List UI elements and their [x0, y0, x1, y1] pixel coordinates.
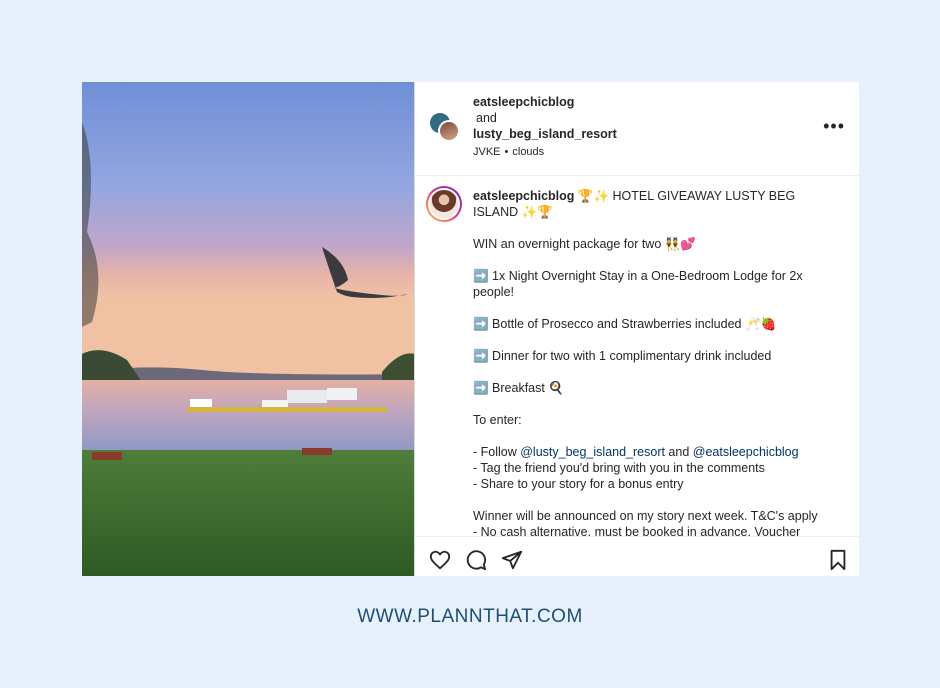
caption-line: To enter:	[473, 413, 522, 427]
music-track: clouds	[512, 146, 545, 158]
collab-avatars[interactable]	[429, 112, 461, 144]
follow-prefix: - Follow	[473, 445, 521, 459]
caption-line: ➡️ Bottle of Prosecco and Strawberries i…	[473, 317, 777, 331]
tag-line: - Tag the friend you'd bring with you in…	[473, 461, 765, 475]
instagram-post: eatsleepchicblog and lusty_beg_island_re…	[82, 82, 859, 576]
lake-scene-image	[82, 82, 414, 576]
mention-link-blogger[interactable]: @eatsleepchicblog	[693, 445, 799, 459]
more-options-icon[interactable]: •••	[823, 117, 845, 135]
action-bar	[415, 536, 859, 576]
caption-username[interactable]: eatsleepchicblog	[473, 189, 574, 203]
caption-line: WIN an overnight package for two 👯💕	[473, 237, 696, 251]
author-username[interactable]: eatsleepchicblog	[473, 94, 859, 110]
caption-line: ➡️ Dinner for two with 1 complimentary d…	[473, 349, 772, 363]
heart-icon[interactable]	[429, 549, 451, 571]
winner-line: Winner will be announced on my story nex…	[473, 509, 818, 523]
share-icon[interactable]	[501, 549, 523, 571]
footer-url[interactable]: WWW.PLANNTHAT.COM	[0, 606, 940, 628]
music-separator-dot: •	[504, 146, 509, 158]
post-photo[interactable]	[82, 82, 415, 576]
caption-line: ➡️ 1x Night Overnight Stay in a One-Bedr…	[473, 269, 803, 299]
post-sidebar: eatsleepchicblog and lusty_beg_island_re…	[415, 82, 859, 576]
music-artist: JVKE	[473, 146, 501, 158]
follow-line: - Follow @lusty_beg_island_resort and @e…	[473, 444, 839, 460]
share-line: - Share to your story for a bonus entry	[473, 477, 684, 491]
collab-and-label: and	[476, 111, 497, 125]
mention-link-resort[interactable]: @lusty_beg_island_resort	[520, 445, 665, 459]
caption-area: eatsleepchicblog 🏆✨ HOTEL GIVEAWAY LUSTY…	[415, 176, 859, 536]
collab-username[interactable]: lusty_beg_island_resort	[473, 126, 859, 142]
bookmark-icon[interactable]	[827, 549, 849, 571]
truncated-line: - No cash alternative, must be booked in…	[473, 525, 801, 536]
comment-icon[interactable]	[465, 549, 487, 571]
avatar-blogger[interactable]	[438, 120, 460, 142]
post-header: eatsleepchicblog and lusty_beg_island_re…	[415, 82, 859, 176]
follow-and: and	[664, 445, 693, 459]
caption-avatar[interactable]	[426, 186, 462, 222]
caption-title: eatsleepchicblog 🏆✨ HOTEL GIVEAWAY LUSTY…	[473, 188, 839, 220]
music-info[interactable]: JVKE • clouds	[473, 144, 859, 160]
caption-line: ➡️ Breakfast 🍳	[473, 381, 564, 395]
